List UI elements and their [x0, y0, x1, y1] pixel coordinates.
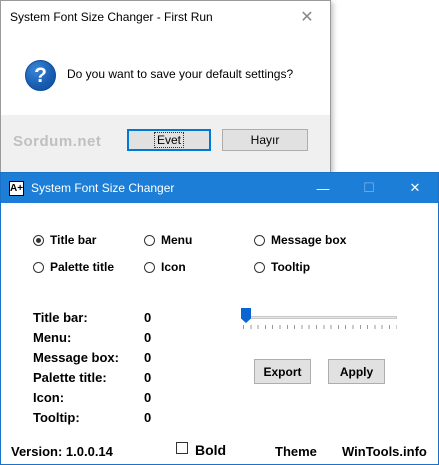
bold-checkbox[interactable]: [176, 442, 188, 454]
apply-button[interactable]: Apply: [328, 359, 385, 384]
radio-button-icon: [254, 234, 265, 246]
radio-label: Message box: [271, 233, 347, 247]
radio-button-icon: [144, 261, 155, 273]
size-label: Tooltip:: [33, 410, 80, 425]
radio-title-bar[interactable]: Title bar: [33, 233, 96, 247]
watermark: Sordum.net: [13, 133, 102, 150]
radio-menu[interactable]: Menu: [144, 233, 192, 247]
export-button[interactable]: Export: [254, 359, 311, 384]
radio-label: Menu: [161, 233, 193, 247]
radio-tooltip[interactable]: Tooltip: [254, 260, 310, 274]
version-label: Version: 1.0.0.14: [11, 444, 113, 459]
radio-label: Tooltip: [271, 260, 311, 274]
question-icon: ?: [25, 60, 56, 91]
radio-button-icon: [144, 234, 155, 246]
dialog-title: System Font Size Changer - First Run: [10, 10, 213, 24]
size-value: 0: [144, 390, 152, 405]
size-value: 0: [144, 370, 152, 385]
radio-label: Title bar: [50, 233, 97, 247]
size-label: Title bar:: [33, 310, 88, 325]
radio-label: Icon: [161, 260, 186, 274]
yes-button-label: Evet: [153, 132, 185, 148]
size-value: 0: [144, 350, 152, 365]
size-value: 0: [144, 410, 152, 425]
app-icon: A+: [9, 180, 24, 196]
dialog-close-button[interactable]: ✕: [284, 2, 330, 32]
size-value: 0: [144, 330, 152, 345]
bold-label: Bold: [195, 442, 227, 458]
dialog-title-bar: System Font Size Changer - First Run ✕: [1, 1, 330, 33]
first-run-dialog: System Font Size Changer - First Run ✕ ?…: [0, 0, 331, 194]
size-label: Menu:: [33, 330, 72, 345]
window-title-bar: A+ System Font Size Changer — ☐ ✕: [1, 173, 438, 203]
radio-button-icon: [254, 261, 265, 273]
radio-button-icon: [33, 234, 44, 246]
yes-button[interactable]: Evet: [127, 129, 211, 151]
wintools-link[interactable]: WinTools.info: [342, 444, 427, 459]
maximize-button[interactable]: ☐: [346, 173, 392, 203]
radio-label: Palette title: [50, 260, 115, 274]
radio-message-box[interactable]: Message box: [254, 233, 346, 247]
window-title: System Font Size Changer: [31, 181, 175, 195]
size-label: Message box:: [33, 350, 119, 365]
font-size-slider-track[interactable]: [243, 316, 397, 319]
radio-button-icon: [33, 261, 44, 273]
dialog-message: Do you want to save your default setting…: [67, 67, 294, 81]
dialog-body: ? Do you want to save your default setti…: [1, 33, 330, 115]
no-button[interactable]: Hayır: [222, 129, 308, 151]
size-value: 0: [144, 310, 152, 325]
theme-link[interactable]: Theme: [275, 444, 317, 459]
window-close-button[interactable]: ✕: [392, 173, 438, 203]
minimize-button[interactable]: —: [300, 173, 346, 203]
radio-palette-title[interactable]: Palette title: [33, 260, 114, 274]
size-label: Icon:: [33, 390, 65, 405]
size-label: Palette title:: [33, 370, 107, 385]
radio-icon[interactable]: Icon: [144, 260, 186, 274]
slider-ticks: [243, 325, 397, 329]
